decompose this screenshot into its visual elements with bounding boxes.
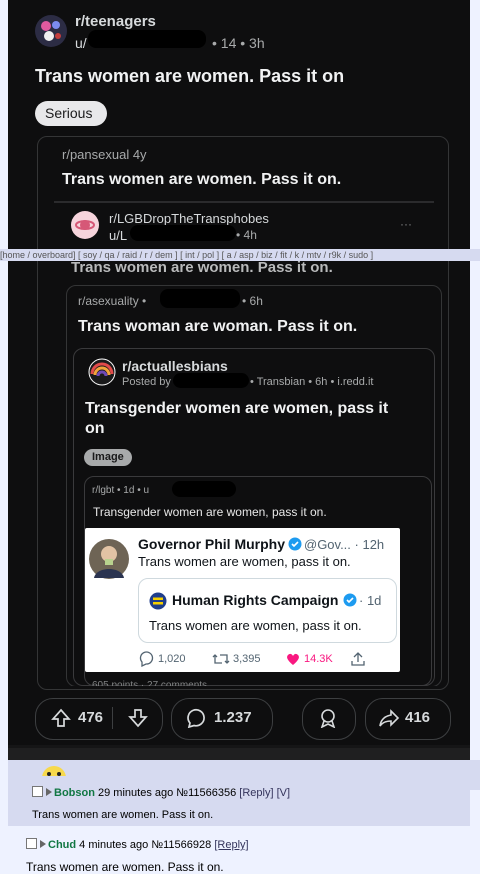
heart-icon: [287, 653, 299, 665]
al-avatar: [88, 358, 116, 386]
flair-label: Serious: [45, 105, 93, 121]
pan-sub: r/pansexual 4y: [62, 147, 147, 162]
hrc-name: Human Rights Campaign: [172, 592, 339, 608]
lgb-sub: r/LGBDropTheTransphobes: [109, 211, 269, 226]
reddit-screenshot: r/teenagers u/ • 14 • 3h Trans women are…: [8, 0, 470, 760]
top-meta: • 14 • 3h: [212, 35, 265, 51]
tw-rts: 3,395: [233, 653, 261, 665]
post-body: Trans women are women. Pass it on.: [32, 809, 214, 821]
poster-name: Bobson: [54, 787, 95, 799]
tw-name: Governor Phil Murphy: [138, 536, 286, 552]
lgbt-sub: r/lgbt • 1d • u: [92, 485, 150, 496]
ace-sub: r/asexuality •: [78, 294, 147, 308]
comment-icon[interactable]: [186, 708, 206, 728]
verified-icon: [288, 537, 302, 551]
award-icon[interactable]: [318, 708, 338, 728]
verified-icon: [343, 593, 357, 607]
post-menu-icon[interactable]: [40, 840, 46, 848]
post-meta: 4 minutes ago №11566928: [79, 839, 212, 851]
tw-replies: 1,020: [158, 653, 186, 665]
retweet-icon: [212, 654, 230, 664]
lgb-meta: • 4h: [236, 228, 257, 242]
post-checkbox[interactable]: [26, 838, 37, 849]
hrc-quote: [138, 578, 397, 643]
top-user: u/: [75, 35, 87, 51]
image-tag: Image: [92, 451, 124, 463]
hrc-age: · 1d: [359, 593, 382, 608]
tw-text: Trans women are women, pass it on.: [138, 554, 351, 569]
post-menu-icon[interactable]: [46, 788, 52, 796]
post-meta: 29 minutes ago №11566356: [98, 787, 237, 799]
share-arrow-icon[interactable]: [378, 708, 400, 728]
comments-count: 1.237: [214, 709, 252, 726]
post-body: Trans women are women. Pass it on.: [26, 860, 224, 874]
lgb-avatar: [71, 211, 99, 239]
emoji-thumbnail: [42, 766, 66, 776]
al-meta: • Transbian • 6h • i.redd.it: [250, 376, 374, 388]
post-checkbox[interactable]: [32, 786, 43, 797]
reply-icon: [139, 651, 154, 667]
al-title-1: Transgender women are women, pass it: [85, 400, 389, 417]
ace-meta: • 6h: [242, 294, 263, 308]
tw-likes: 14.3K: [304, 653, 333, 665]
downvote-icon[interactable]: [128, 708, 148, 728]
teenagers-avatar: [35, 15, 67, 47]
lgb-title: Trans women are women. Pass it on.: [71, 259, 333, 276]
upvote-icon[interactable]: [51, 708, 71, 728]
reply-link[interactable]: [Reply]: [214, 839, 248, 851]
ace-title: Trans woman are woman. Pass it on.: [78, 318, 358, 335]
al-title-2: on: [85, 420, 105, 437]
top-sub: r/teenagers: [75, 13, 156, 30]
top-title: Trans women are women. Pass it on: [35, 66, 345, 86]
lgb-user: u/L: [109, 228, 128, 243]
lgbt-title: Transgender women are women, pass it on.: [93, 505, 327, 519]
more-icon: ···: [400, 217, 412, 231]
al-posted: Posted by: [122, 376, 171, 388]
redaction-bar: [88, 30, 206, 48]
poster-name: Chud: [48, 839, 77, 851]
tw-handle: @Gov... · 12h: [304, 537, 385, 552]
reply-link[interactable]: [Reply]: [239, 787, 273, 799]
board-nav[interactable]: [home / overboard] [ soy / qa / raid / r…: [0, 249, 480, 261]
hrc-logo-icon: [149, 592, 167, 610]
share-icon: [351, 652, 365, 666]
al-sub: r/actuallesbians: [122, 358, 228, 374]
pan-title: Trans women are women. Pass it on.: [62, 171, 342, 188]
up-count: 476: [78, 709, 104, 726]
shares-count: 416: [405, 709, 431, 726]
murphy-avatar: [89, 539, 129, 579]
hrc-text: Trans women are women, pass it on.: [149, 618, 362, 633]
v-link[interactable]: [V]: [277, 787, 290, 799]
